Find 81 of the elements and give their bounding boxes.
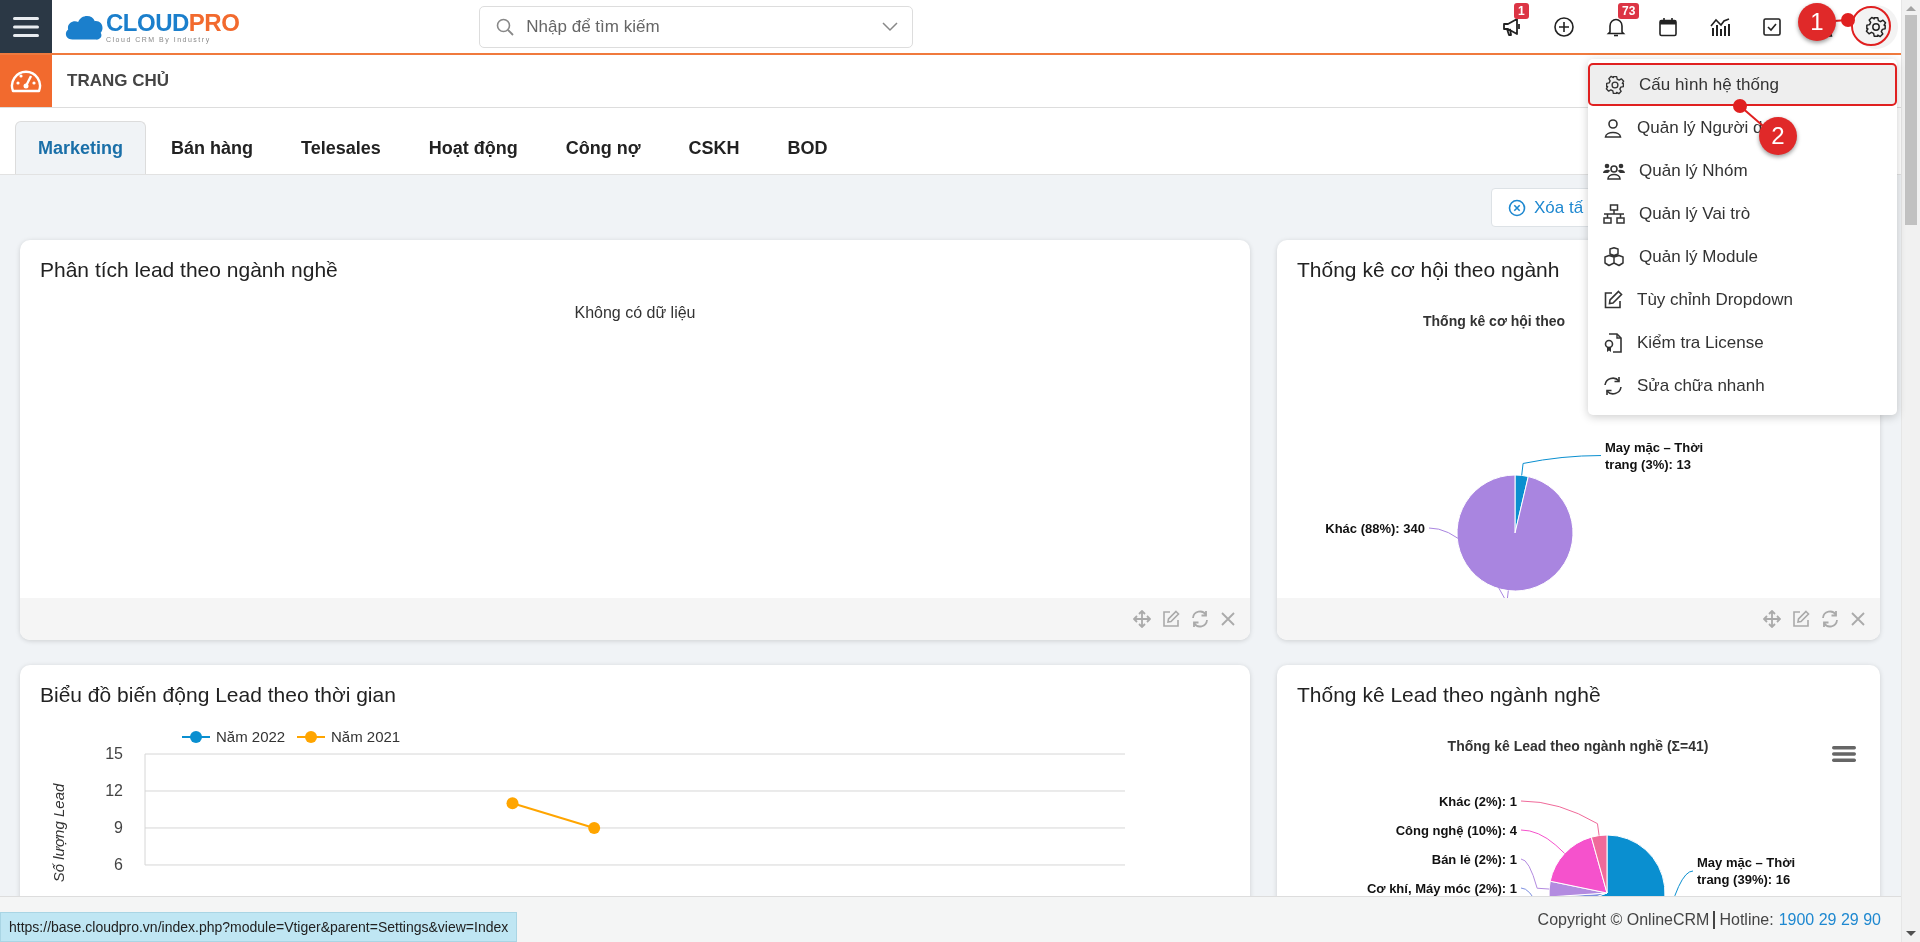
logo-accent-text: PRO [188,8,240,36]
data-label: Bán lẻ (2%): 1 [1431,850,1517,868]
tab[interactable]: Telesales [278,121,404,174]
add-icon [1553,15,1575,38]
annotation-connector [1834,12,1856,28]
menu-item[interactable]: Quản lý Module [1588,235,1761,278]
data-label: Khác (2%): 1 [1438,792,1517,810]
tab[interactable]: Marketing [15,121,147,174]
checkbox-icon [1761,15,1783,38]
data-label: Công nghệ (10%): 4 [1395,821,1517,839]
search-icon [496,17,515,36]
refresh-icon[interactable] [1821,610,1839,628]
notification-badge: 1 [1514,2,1529,19]
move-icon[interactable] [1133,610,1151,628]
chart-menu-icon[interactable] [1832,745,1856,763]
close-icon[interactable] [1850,611,1866,627]
chart-icon [1709,15,1731,38]
axis-tick-label: 12 [105,782,123,799]
copyright-text: Copyright © OnlineCRM [1537,910,1710,929]
menu-icon [13,15,39,38]
widget-title: Phân tích lead theo ngành nghề [40,258,338,282]
axis-title: Số lượng Lead [50,783,67,883]
refresh-icon [1603,375,1623,396]
search-bar[interactable]: Nhập để tìm kiếm [479,5,914,48]
menu-item[interactable]: Sửa chữa nhanh [1588,364,1767,407]
chart-title: Thống kê cơ hội theo [1423,313,1566,329]
close-icon[interactable] [1220,611,1236,627]
menu-item[interactable]: Kiểm tra License [1588,321,1766,364]
chevron-down-icon [882,21,899,32]
scrollbar[interactable] [1901,0,1920,942]
widget-title: Thống kê cơ hội theo ngành [1297,258,1560,282]
hierarchy-icon [1603,203,1625,224]
logo-text: CLOUD [106,8,189,36]
data-point [588,822,601,834]
edit-icon[interactable] [1162,610,1180,628]
hotline-label: Hotline: [1713,910,1774,929]
chart-title: Thống kê Lead theo ngành nghề (Σ=41) [1447,738,1709,754]
calendar-icon [1657,15,1679,38]
menu-item[interactable]: Quản lý Nhóm [1588,149,1750,192]
legend-label: Năm 2021 [331,728,401,745]
scroll-down-icon[interactable] [1906,931,1916,936]
tab[interactable]: CSKH [665,121,763,174]
edit-icon [1603,289,1623,310]
refresh-icon[interactable] [1191,610,1209,628]
clear-icon [1508,198,1526,217]
search-input[interactable]: Nhập để tìm kiếm [524,15,873,38]
widget-title: Thống kê Lead theo ngành nghề [1297,683,1601,707]
move-icon[interactable] [1763,610,1781,628]
megaphone-button[interactable]: 1 [1490,4,1534,49]
status-url: https://base.cloudpro.vn/index.php?module=Vtiger&parent=Settings&view=Index [0,912,518,942]
tab[interactable]: Hoạt động [405,121,541,174]
axis-tick-label: 9 [114,819,123,836]
tab[interactable]: Công nợ [542,121,664,174]
tab[interactable]: BOD [764,121,851,174]
notification-badge: 73 [1618,2,1640,19]
menu-item[interactable]: Quản lý Vai trò [1588,192,1753,235]
certificate-icon [1603,332,1623,353]
menu-item[interactable]: Tùy chỉnh Dropdown [1588,278,1795,321]
bell-button[interactable]: 73 [1594,4,1638,49]
legend-label: Năm 2022 [216,728,286,745]
data-label: May mặc – Thời trang (3%): 13 [1605,438,1705,473]
settings-button[interactable] [1854,4,1898,49]
settings-icon [1865,15,1887,38]
hotline-link[interactable]: 1900 29 29 90 [1778,910,1881,929]
user-icon [1603,117,1623,138]
edit-icon[interactable] [1792,610,1810,628]
boxes-icon [1603,246,1625,267]
axis-tick-label: 6 [114,855,123,873]
scrollbar-thumb[interactable] [1905,15,1917,225]
axis-tick-label: 15 [105,745,123,762]
page-title: TRANG CHỦ [67,71,169,91]
tab[interactable]: Bán hàng [148,121,277,174]
menu-item[interactable]: Cấu hình hệ thống [1588,63,1897,106]
data-point [506,797,519,810]
menu-button[interactable] [0,0,52,53]
settings-icon [1605,74,1625,95]
data-label: Khác (88%): 340 [1325,519,1425,537]
data-label: Cơ khí, Máy móc (2%): 1 [1366,879,1517,896]
widget-title: Biểu đồ biến động Lead theo thời gian [40,683,396,707]
empty-message: Không có dữ liệu [574,304,696,322]
data-label: May mặc – Thời trang (39%): 16 [1697,854,1797,888]
